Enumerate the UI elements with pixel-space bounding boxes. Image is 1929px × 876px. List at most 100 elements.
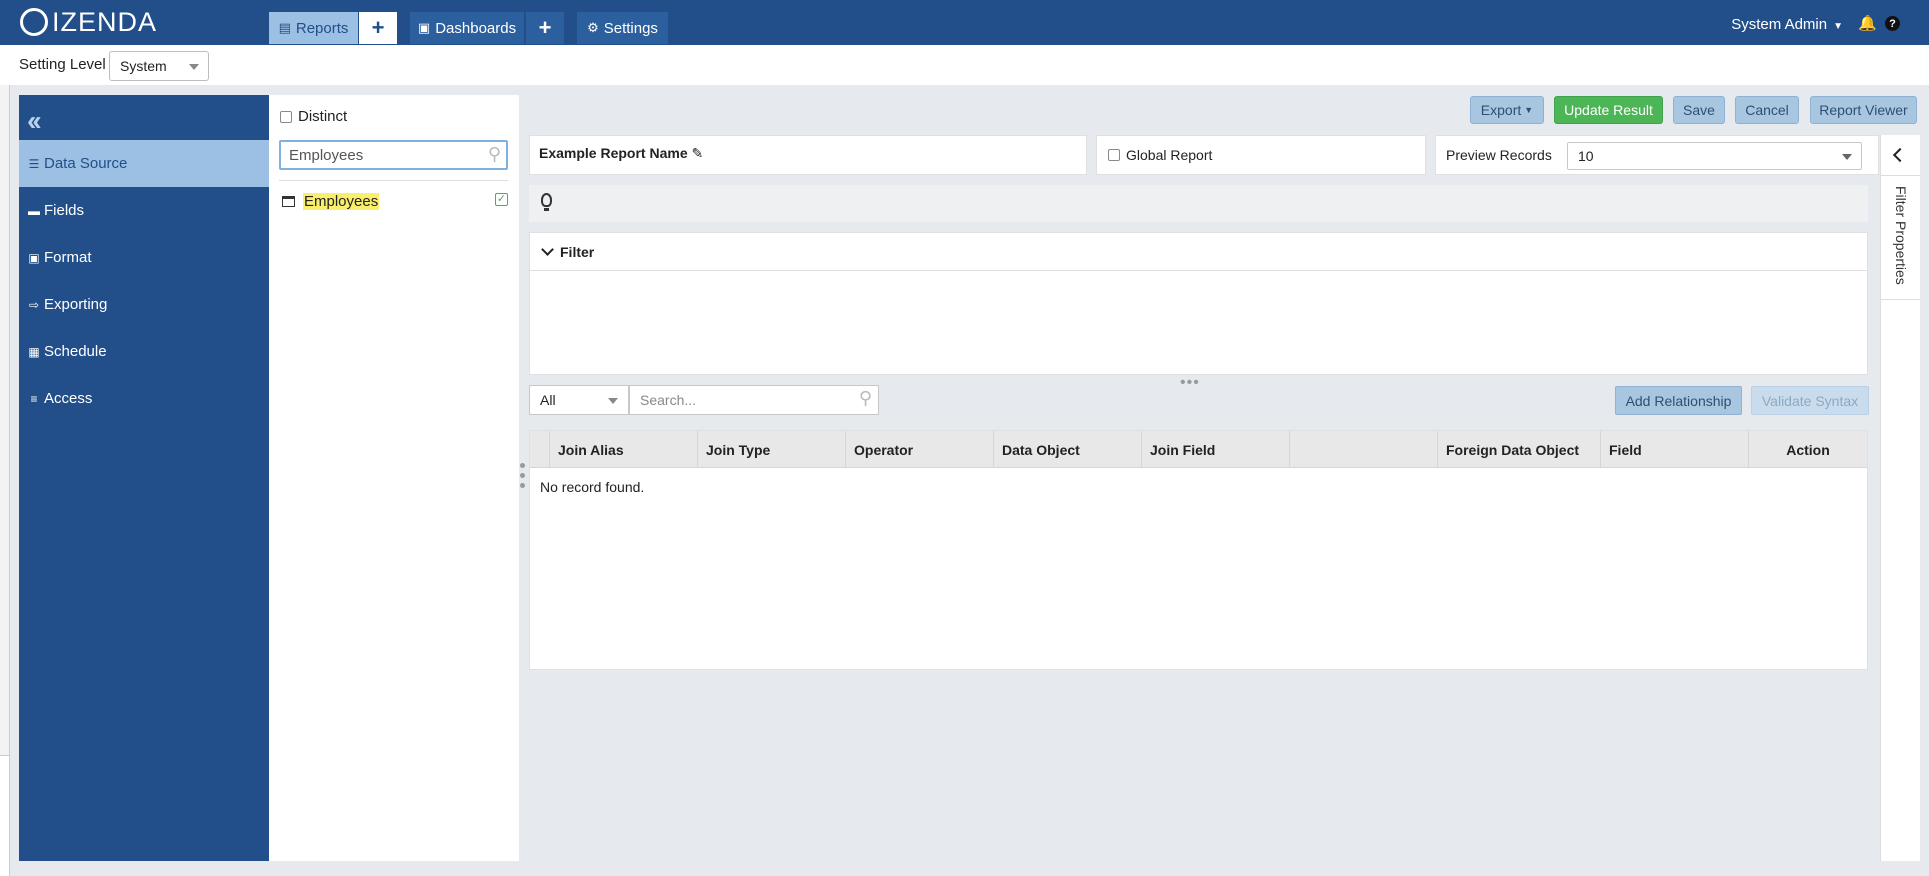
- column-header-operator[interactable]: Operator: [846, 431, 994, 468]
- resize-handle-icon[interactable]: •••: [1180, 374, 1200, 392]
- export-button[interactable]: Export ▼: [1470, 96, 1544, 124]
- sidebar-item-schedule[interactable]: ▦ Schedule: [19, 328, 269, 375]
- report-designer-sidebar: ‹‹ ☰ Data Source ▬ Fields ▣ Format ⇨ Exp…: [19, 95, 269, 861]
- empty-table-message: No record found.: [540, 479, 645, 495]
- add-relationship-button[interactable]: Add Relationship: [1615, 386, 1742, 415]
- filter-properties-panel: Filter Properties: [1880, 135, 1921, 861]
- help-icon[interactable]: ?: [1885, 16, 1900, 31]
- data-source-panel: Distinct Employees ⚲ Employees ✓: [269, 95, 519, 861]
- filter-title: Filter: [560, 243, 595, 260]
- distinct-label: Distinct: [298, 108, 348, 125]
- sidebar-item-data-source[interactable]: ☰ Data Source: [19, 140, 269, 187]
- global-report-card: Global Report: [1096, 135, 1426, 175]
- relationship-search-input[interactable]: Search... ⚲: [629, 385, 879, 415]
- cancel-button[interactable]: Cancel: [1735, 96, 1799, 124]
- new-dashboard-button[interactable]: +: [526, 12, 564, 44]
- format-icon: ▣: [28, 250, 40, 265]
- data-source-search-value: Employees: [289, 147, 364, 164]
- table-spacer: [530, 431, 550, 468]
- brand-name: IZENDA: [52, 6, 158, 37]
- filter-properties-tab[interactable]: Filter Properties: [1881, 175, 1921, 300]
- table-icon: [282, 195, 295, 207]
- collapse-sidebar-icon[interactable]: ‹‹: [27, 105, 42, 137]
- setting-level-row: Setting Level System: [0, 45, 1929, 85]
- preview-records-label: Preview Records: [1446, 147, 1552, 163]
- chevron-down-icon: ▼: [1524, 105, 1534, 115]
- report-name-field[interactable]: Example Report Name ✎: [539, 145, 703, 162]
- panel-splitter-icon[interactable]: [520, 463, 526, 493]
- gear-icon: ⚙: [587, 20, 599, 35]
- sidebar-item-exporting[interactable]: ⇨ Exporting: [19, 281, 269, 328]
- update-result-button[interactable]: Update Result: [1554, 96, 1663, 124]
- data-source-search-input[interactable]: Employees ⚲: [279, 140, 508, 170]
- data-object-item[interactable]: Employees ✓: [282, 191, 508, 211]
- search-icon[interactable]: ⚲: [488, 144, 501, 165]
- distinct-checkbox[interactable]: [280, 110, 292, 123]
- reports-tab[interactable]: ▤ Reports: [269, 12, 358, 44]
- sidebar-item-label: Exporting: [44, 296, 108, 313]
- top-navigation-bar: IZENDA ▤ Reports + ▣ Dashboards + ⚙ Sett…: [0, 0, 1929, 45]
- pencil-icon[interactable]: ✎: [692, 145, 704, 161]
- column-header-join-type[interactable]: Join Type: [698, 431, 846, 468]
- settings-tab[interactable]: ⚙ Settings: [577, 12, 668, 44]
- global-report-checkbox[interactable]: [1108, 149, 1120, 161]
- expand-panel-chevron-icon[interactable]: [1892, 147, 1908, 163]
- report-list-icon: ▤: [278, 20, 291, 35]
- distinct-toggle[interactable]: Distinct: [280, 108, 347, 125]
- relationship-filter-value: All: [540, 392, 556, 408]
- relationship-filter-select[interactable]: All: [529, 385, 629, 415]
- relationship-search-placeholder: Search...: [640, 392, 697, 408]
- chevron-down-icon: ▼: [1833, 21, 1843, 32]
- sidebar-item-label: Schedule: [44, 343, 107, 360]
- lightbulb-icon[interactable]: [541, 193, 552, 211]
- settings-tab-label: Settings: [603, 19, 658, 37]
- global-report-toggle[interactable]: Global Report: [1108, 147, 1212, 163]
- dropdown-arrow-icon: [1842, 154, 1852, 160]
- relationships-table: Join Alias Join Type Operator Data Objec…: [529, 430, 1868, 670]
- dropdown-arrow-icon: [189, 64, 199, 70]
- column-header-join-field[interactable]: Join Field: [1142, 431, 1290, 468]
- user-menu[interactable]: System Admin ▼: [1731, 16, 1843, 33]
- search-icon[interactable]: ⚲: [859, 388, 872, 409]
- monitor-icon: ▣: [417, 20, 431, 35]
- dashboards-tab[interactable]: ▣ Dashboards: [410, 12, 524, 44]
- setting-level-value: System: [120, 58, 167, 74]
- setting-level-label: Setting Level: [19, 56, 106, 73]
- bell-icon[interactable]: 🔔: [1858, 14, 1877, 32]
- user-name: System Admin: [1731, 16, 1828, 33]
- preview-records-card: Preview Records 10: [1435, 135, 1879, 175]
- export-icon: ⇨: [28, 297, 40, 312]
- hint-bar: [529, 185, 1868, 222]
- reports-tab-label: Reports: [295, 19, 349, 37]
- column-header-join-alias[interactable]: Join Alias: [550, 431, 698, 468]
- global-report-label: Global Report: [1126, 147, 1213, 163]
- chevron-down-icon: [541, 242, 554, 256]
- preview-records-select[interactable]: 10: [1567, 142, 1862, 170]
- logo-mark-icon: [20, 8, 48, 36]
- sidebar-item-access[interactable]: ≡ Access: [19, 375, 269, 422]
- sidebar-item-label: Fields: [44, 202, 85, 219]
- filter-header[interactable]: Filter: [530, 233, 1867, 271]
- report-name-card: Example Report Name ✎: [529, 135, 1087, 175]
- column-header-data-object[interactable]: Data Object: [994, 431, 1142, 468]
- calendar-icon: ▦: [28, 344, 40, 359]
- setting-level-select[interactable]: System: [109, 51, 209, 81]
- report-viewer-button[interactable]: Report Viewer: [1810, 96, 1917, 124]
- new-report-button[interactable]: +: [359, 12, 397, 44]
- sidebar-item-label: Access: [44, 390, 93, 407]
- sidebar-item-fields[interactable]: ▬ Fields: [19, 187, 269, 234]
- column-header-field[interactable]: Field: [1601, 431, 1749, 468]
- validate-syntax-button[interactable]: Validate Syntax: [1751, 386, 1869, 415]
- save-button[interactable]: Save: [1673, 96, 1725, 124]
- column-header-foreign-data-object[interactable]: Foreign Data Object: [1438, 431, 1601, 468]
- sidebar-item-label: Format: [44, 249, 92, 266]
- izenda-logo[interactable]: IZENDA: [20, 7, 157, 37]
- data-object-name: Employees: [303, 192, 380, 210]
- sidebar-item-format[interactable]: ▣ Format: [19, 234, 269, 281]
- export-button-label: Export: [1480, 102, 1522, 118]
- plus-icon: +: [371, 15, 385, 40]
- table-header: Join Alias Join Type Operator Data Objec…: [530, 431, 1867, 468]
- selected-check-icon[interactable]: ✓: [495, 193, 508, 206]
- report-name: Example Report Name: [539, 145, 688, 161]
- dropdown-arrow-icon: [608, 398, 618, 404]
